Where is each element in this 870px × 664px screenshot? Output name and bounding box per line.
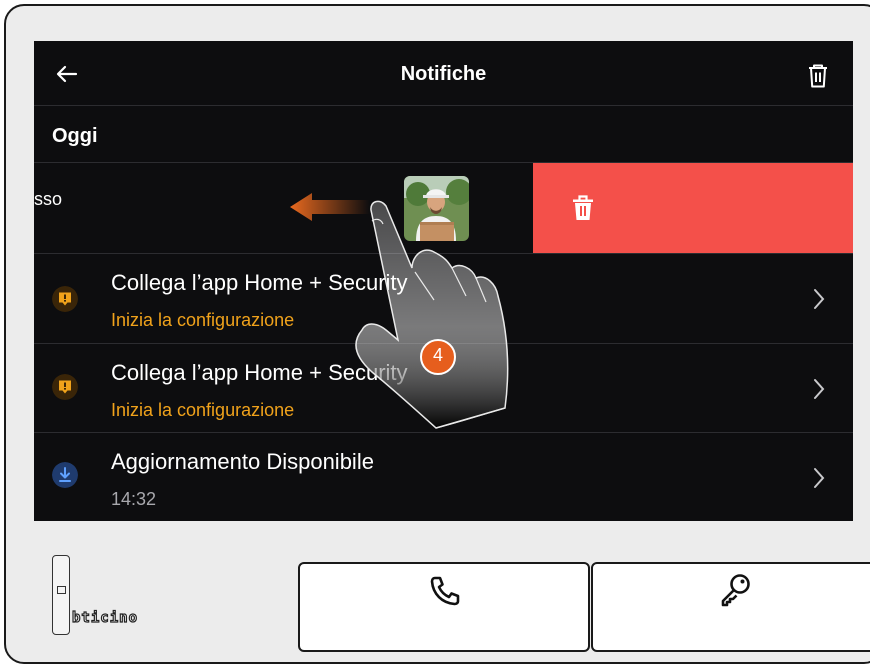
step-number: 4 (432, 345, 443, 365)
delete-action-button[interactable] (533, 163, 853, 253)
notification-subtitle: 14:32 (111, 489, 157, 509)
phone-icon (430, 576, 460, 606)
indicator-square (57, 586, 66, 594)
alert-badge-icon (52, 286, 78, 312)
swiped-notification-text: sso (34, 189, 63, 209)
trash-icon (573, 195, 593, 220)
notification-row[interactable]: Aggiornamento Disponibile 14:32 (34, 433, 853, 521)
page-title: Notifiche (400, 63, 487, 85)
brand-plate (52, 555, 70, 635)
notification-subtitle: Inizia la configurazione (111, 400, 295, 420)
section-title: Oggi (52, 125, 98, 147)
chevron-right-icon (814, 468, 825, 488)
visitor-thumbnail (404, 176, 469, 241)
swiped-notification-row[interactable]: sso (34, 163, 853, 253)
notification-row[interactable]: Collega l’app Home + Security Inizia la … (34, 254, 853, 342)
key-icon (721, 574, 750, 607)
download-icon (52, 462, 78, 488)
alert-badge-icon (52, 374, 78, 400)
notification-subtitle: Inizia la configurazione (111, 310, 295, 330)
notification-title: Collega l’app Home + Security (111, 360, 408, 385)
trash-icon[interactable] (806, 63, 830, 89)
brand-logo: bticino (71, 609, 139, 626)
header: Notifiche (34, 41, 853, 106)
screen: Notifiche Oggi sso Collega l’app Home + … (34, 41, 853, 521)
chevron-right-icon (814, 289, 825, 309)
notification-title: Aggiornamento Disponibile (111, 449, 374, 474)
chevron-right-icon (814, 379, 825, 399)
notification-title: Collega l’app Home + Security (111, 270, 408, 295)
